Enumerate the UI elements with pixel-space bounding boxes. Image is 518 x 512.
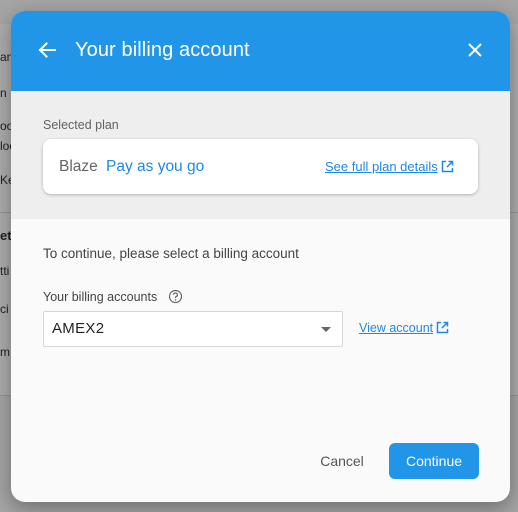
dialog-header: Your billing account <box>11 11 510 91</box>
cancel-button[interactable]: Cancel <box>307 443 377 479</box>
billing-account-dialog: Your billing account Selected plan Blaze… <box>11 11 510 502</box>
see-plan-details-label: See full plan details <box>325 159 438 174</box>
instruction-text: To continue, please select a billing acc… <box>43 246 299 261</box>
close-button[interactable] <box>459 34 491 66</box>
back-button[interactable] <box>31 34 63 66</box>
selected-plan-label: Selected plan <box>43 118 119 132</box>
plan-name: Blaze <box>59 158 98 175</box>
plan-card: Blaze Pay as you go See full plan detail… <box>43 139 478 194</box>
arrow-back-icon <box>38 42 56 58</box>
plan-type: Pay as you go <box>106 158 205 175</box>
close-icon <box>468 43 482 57</box>
selected-billing-account: AMEX2 <box>52 320 105 337</box>
dropdown-arrow-icon <box>321 327 331 332</box>
billing-account-select[interactable]: AMEX2 <box>43 311 343 347</box>
dialog-title: Your billing account <box>75 39 250 61</box>
view-account-link[interactable]: View account <box>359 321 449 335</box>
view-account-label: View account <box>359 321 434 335</box>
continue-button[interactable]: Continue <box>389 443 479 479</box>
see-plan-details-link[interactable]: See full plan details <box>325 159 454 174</box>
open-in-new-icon <box>441 160 453 173</box>
open-in-new-icon <box>436 321 449 334</box>
help-icon[interactable] <box>168 289 183 304</box>
selected-plan-section: Selected plan Blaze Pay as you go See fu… <box>11 91 510 219</box>
billing-accounts-label: Your billing accounts <box>43 290 158 304</box>
